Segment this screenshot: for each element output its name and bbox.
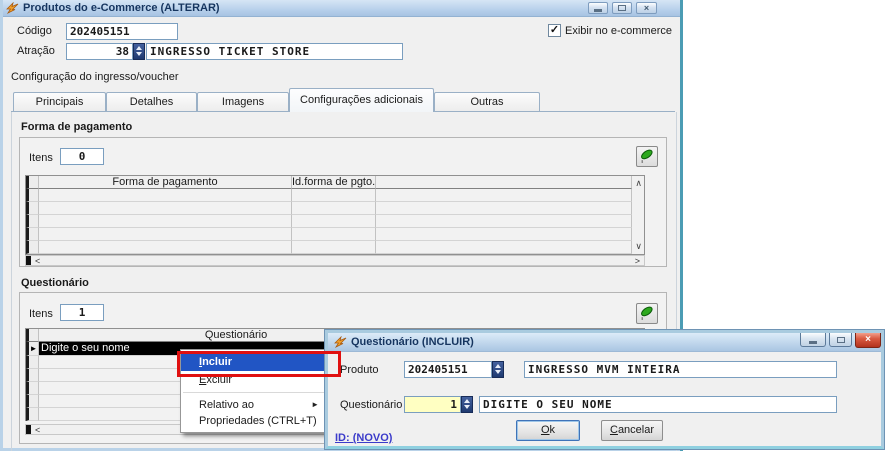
ecommerce-checkbox-label: Exibir no e-commerce (565, 25, 672, 37)
questionnaire-itens-label: Itens (29, 308, 53, 320)
table-row (26, 202, 644, 215)
app-icon (6, 2, 19, 17)
produto-desc-field: INGRESSO MVM INTEIRA (524, 361, 837, 378)
questionnaire-itens-field: 1 (60, 304, 104, 321)
close-button[interactable]: × (636, 2, 657, 14)
section-label: Configuração do ingresso/voucher (11, 71, 179, 83)
menu-item-propriedades[interactable]: Propriedades (CTRL+T) (181, 413, 329, 429)
table-row (26, 241, 644, 254)
cancel-button[interactable]: Cancelar (601, 420, 663, 441)
tab-principais[interactable]: Principais (13, 92, 106, 112)
minimize-icon (809, 341, 817, 344)
atracao-label: Atração (17, 45, 55, 57)
questionario-label: Questionário (340, 399, 402, 411)
produto-spinner[interactable] (492, 361, 504, 378)
row-gutter (26, 176, 39, 189)
questionario-spinner[interactable] (461, 396, 473, 413)
col-id-forma-pgto[interactable]: Id.forma de pgto. (292, 176, 376, 189)
scroll-right-icon[interactable]: > (635, 257, 640, 266)
maximize-button[interactable] (612, 2, 632, 14)
row-gutter (26, 329, 39, 342)
table-row (26, 215, 644, 228)
produto-field[interactable]: 202405151 (404, 361, 492, 378)
produto-label: Produto (340, 364, 379, 376)
pencil-icon (637, 304, 655, 320)
dialog-title: Questionário (INCLUIR) (351, 334, 474, 350)
tab-configuracoes-adicionais[interactable]: Configurações adicionais (289, 88, 434, 112)
codigo-field[interactable]: 202405151 (66, 23, 178, 40)
payment-edit-button[interactable] (636, 146, 658, 167)
hscroll-thumb[interactable] (26, 256, 31, 265)
menu-separator (183, 392, 327, 394)
pencil-icon (637, 147, 655, 163)
col-forma-pagamento[interactable]: Forma de pagamento (39, 176, 292, 189)
spinner-up-icon (464, 399, 470, 403)
maximize-icon (618, 5, 626, 11)
col-empty (376, 176, 632, 189)
ecommerce-checkbox[interactable]: ✓ (548, 24, 561, 37)
scroll-left-icon[interactable]: < (35, 426, 40, 435)
close-button[interactable]: × (855, 333, 881, 348)
atracao-desc-field: INGRESSO TICKET STORE (146, 43, 403, 60)
spinner-down-icon (136, 52, 142, 56)
main-window-title: Produtos do e-Commerce (ALTERAR) (23, 0, 220, 16)
menu-item-relativo-ao[interactable]: Relativo ao► (181, 397, 329, 413)
questionnaire-edit-button[interactable] (636, 303, 658, 324)
questionario-field[interactable]: 1 (404, 396, 461, 413)
scroll-down-icon[interactable]: ∨ (635, 242, 642, 251)
questionnaire-group-label: Questionário (21, 277, 89, 289)
tab-imagens[interactable]: Imagens (197, 92, 289, 112)
screenshot-stage: Produtos do e-Commerce (ALTERAR) × Códig… (0, 0, 886, 451)
close-icon: × (644, 3, 649, 13)
scroll-left-icon[interactable]: < (35, 257, 40, 266)
payment-itens-label: Itens (29, 152, 53, 164)
payment-table-header: Forma de pagamento Id.forma de pgto. (26, 176, 644, 189)
id-novo-link[interactable]: ID: (NOVO) (335, 432, 392, 444)
minimize-button[interactable] (800, 333, 826, 347)
row-marker-icon: ► (26, 342, 39, 356)
payment-group-label: Forma de pagamento (21, 121, 132, 133)
questionario-desc-field: DIGITE O SEU NOME (479, 396, 837, 413)
payment-hscrollbar[interactable]: < > (25, 255, 645, 266)
codigo-label: Código (17, 25, 52, 37)
tab-detalhes[interactable]: Detalhes (106, 92, 197, 112)
app-icon (334, 336, 347, 351)
table-row (26, 189, 644, 202)
payment-itens-field: 0 (60, 148, 104, 165)
table-row (26, 228, 644, 241)
annotation-red-box (177, 351, 341, 377)
atracao-field[interactable]: 38 (66, 43, 133, 60)
minimize-icon (594, 9, 602, 12)
maximize-button[interactable] (829, 333, 852, 347)
dialog-titlebar[interactable]: Questionário (INCLUIR) (328, 333, 881, 352)
minimize-button[interactable] (588, 2, 608, 14)
atracao-spinner[interactable] (133, 43, 145, 60)
hscroll-thumb[interactable] (26, 425, 31, 434)
check-icon: ✓ (550, 24, 559, 36)
payment-table: Forma de pagamento Id.forma de pgto. ∧ ∨ (25, 175, 645, 255)
spinner-up-icon (136, 46, 142, 50)
maximize-icon (837, 337, 845, 343)
close-icon: × (865, 334, 871, 345)
submenu-arrow-icon: ► (311, 397, 319, 413)
main-titlebar[interactable]: Produtos do e-Commerce (ALTERAR) × (3, 0, 680, 17)
spinner-down-icon (495, 370, 501, 374)
spinner-up-icon (495, 364, 501, 368)
scroll-up-icon[interactable]: ∧ (635, 179, 642, 188)
ok-button[interactable]: Ok (516, 420, 580, 441)
dialog-questionario-incluir: Questionário (INCLUIR) × Produto 2024051… (325, 330, 884, 449)
tab-outras[interactable]: Outras (434, 92, 540, 112)
spinner-down-icon (464, 405, 470, 409)
